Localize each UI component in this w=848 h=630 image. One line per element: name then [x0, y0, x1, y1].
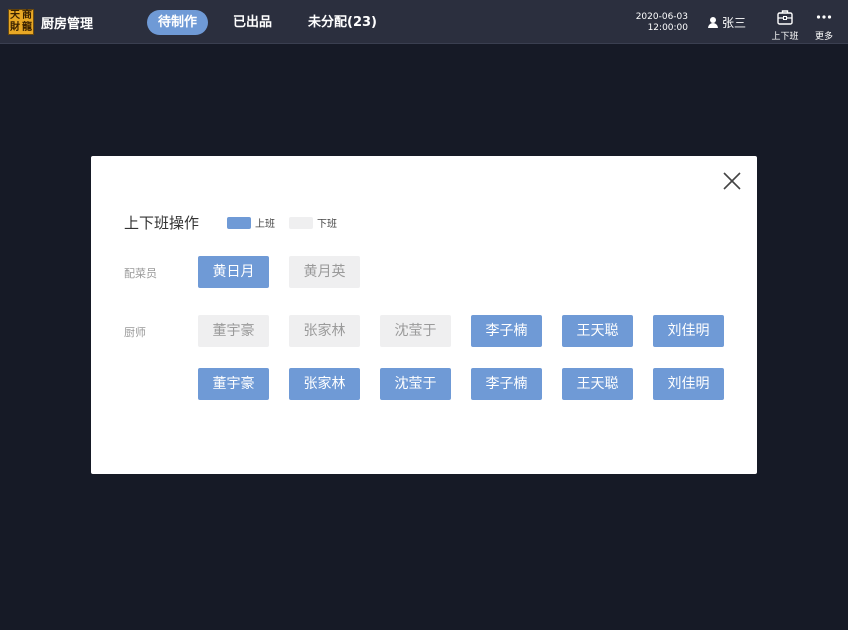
staff-button[interactable]: 黄月英 [289, 256, 360, 288]
staff-button[interactable]: 王天聪 [562, 368, 633, 400]
shift-button[interactable]: 上下班 [768, 7, 802, 42]
staff-button[interactable]: 董宇豪 [198, 315, 269, 347]
staff-button[interactable]: 董宇豪 [198, 368, 269, 400]
legend-off-label: 下班 [317, 219, 337, 230]
staff-button[interactable]: 刘佳明 [653, 368, 724, 400]
user-name: 张三 [722, 16, 747, 30]
legend-on-label: 上班 [255, 219, 275, 230]
legend-off-swatch [289, 216, 313, 229]
user-icon [708, 17, 718, 28]
staff-button[interactable]: 沈莹于 [380, 368, 451, 400]
dialog-title: 上下班操作 [124, 214, 200, 232]
staff-button[interactable]: 张家林 [289, 315, 360, 347]
close-icon [723, 172, 741, 190]
group-label-chef: 厨师 [124, 326, 146, 339]
group-label-prep: 配菜员 [124, 267, 157, 280]
more-icon [807, 7, 841, 27]
tab-unassigned[interactable]: 未分配(23) [308, 10, 377, 35]
app-title: 厨房管理 [41, 17, 94, 32]
date-text: 2020-06-03 [635, 12, 688, 22]
staff-button[interactable]: 王天聪 [562, 315, 633, 347]
staff-button[interactable]: 刘佳明 [653, 315, 724, 347]
staff-button[interactable]: 李子楠 [471, 315, 542, 347]
staff-button[interactable]: 沈莹于 [380, 315, 451, 347]
more-button-label: 更多 [814, 32, 833, 42]
user-menu[interactable]: 张三 [708, 14, 746, 31]
logo-char: 龍 [22, 22, 32, 33]
more-button[interactable]: 更多 [807, 7, 841, 42]
close-button[interactable] [721, 170, 743, 192]
app-logo: 天 商 財 龍 [8, 9, 34, 35]
staff-button[interactable]: 黄日月 [198, 256, 269, 288]
shift-button-label: 上下班 [771, 32, 799, 42]
datetime: 2020-06-03 12:00:00 [636, 12, 688, 34]
briefcase-icon [768, 7, 802, 27]
logo-char: 商 [22, 10, 32, 21]
staff-button[interactable]: 李子楠 [471, 368, 542, 400]
tab-pending[interactable]: 待制作 [147, 10, 209, 35]
legend-on: 上班 [227, 215, 275, 230]
logo-char: 天 [10, 10, 20, 21]
staff-button[interactable]: 张家林 [289, 368, 360, 400]
time-text: 12:00:00 [647, 23, 688, 33]
legend-off: 下班 [289, 215, 337, 230]
top-bar: 天 商 財 龍 厨房管理 待制作 已出品 未分配(23) 2020-06-03 … [0, 0, 848, 44]
logo-char: 財 [10, 22, 20, 33]
shift-dialog: 上下班操作 上班 下班 配菜员 厨师 黄日月 黄月英 董宇豪 张家林 沈莹于 李… [91, 156, 757, 474]
legend-on-swatch [227, 216, 251, 229]
tab-served[interactable]: 已出品 [233, 10, 272, 35]
